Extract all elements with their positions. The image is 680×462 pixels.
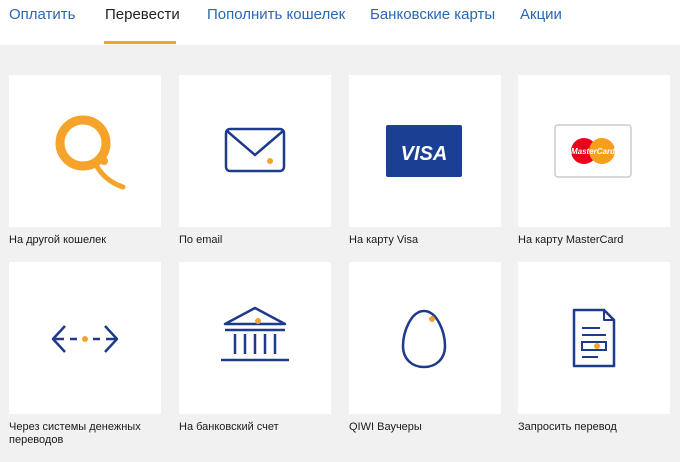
tab-pay[interactable]: Оплатить xyxy=(9,6,76,24)
tile-card xyxy=(179,262,331,414)
svg-text:MasterCard: MasterCard xyxy=(571,147,616,156)
visa-card-icon: VISA xyxy=(386,125,462,177)
tile-card: MasterCard xyxy=(518,75,670,227)
tab-transfer[interactable]: Перевести xyxy=(105,6,180,24)
bank-icon xyxy=(221,306,289,362)
svg-text:VISA: VISA xyxy=(401,143,448,165)
tile-label: На карту MasterCard xyxy=(518,234,624,246)
active-tab-indicator xyxy=(104,41,176,44)
tile-card xyxy=(9,75,161,227)
tab-top-up-wallet[interactable]: Пополнить кошелек xyxy=(207,6,345,24)
tile-card xyxy=(179,75,331,227)
tile-label: Через системы денежных переводов xyxy=(9,421,141,446)
mastercard-icon: MasterCard xyxy=(554,124,632,178)
tile-label: На банковский счет xyxy=(179,421,279,433)
tile-card: VISA xyxy=(349,75,501,227)
qiwi-logo-icon xyxy=(55,115,126,190)
tile-label: QIWI Ваучеры xyxy=(349,421,422,433)
tile-card xyxy=(9,262,161,414)
document-icon xyxy=(572,308,616,368)
tile-label: Запросить перевод xyxy=(518,421,617,433)
tab-promotions[interactable]: Акции xyxy=(520,6,562,24)
tile-card xyxy=(349,262,501,414)
tile-label: На карту Visa xyxy=(349,234,419,246)
tile-label: По email xyxy=(179,234,223,246)
tile-card xyxy=(518,262,670,414)
tile-label: На другой кошелек xyxy=(9,234,107,246)
tab-bank-cards[interactable]: Банковские карты xyxy=(370,6,495,24)
transfer-arrows-icon xyxy=(51,325,119,353)
egg-icon xyxy=(401,309,447,369)
top-navigation: Оплатить Перевести Пополнить кошелек Бан… xyxy=(0,0,680,45)
envelope-icon xyxy=(224,127,286,173)
